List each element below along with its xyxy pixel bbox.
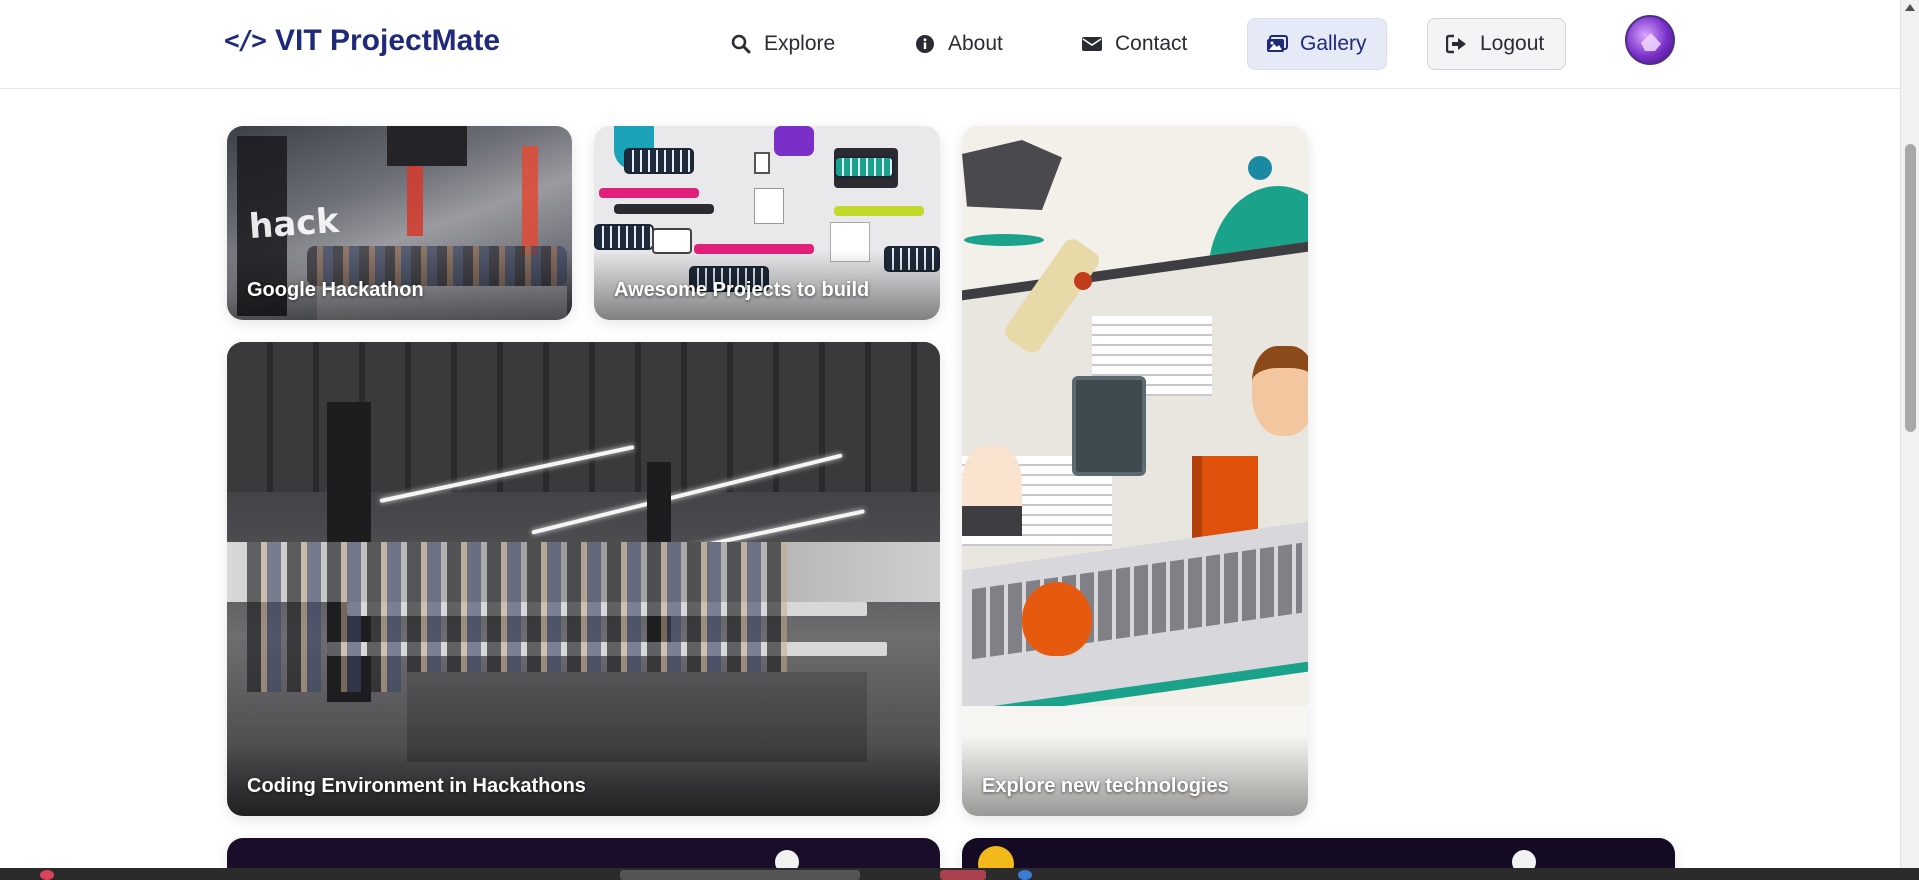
images-icon [1266,33,1288,55]
code-icon: </> [224,26,267,56]
nav-explore[interactable]: Explore [712,18,853,70]
card-title: Coding Environment in Hackathons [247,775,586,797]
calculator-image [1072,376,1146,476]
taskbar-app-icon[interactable] [1018,870,1032,880]
logout-label: Logout [1480,32,1545,55]
bar-image [834,206,924,216]
avatar[interactable] [1625,15,1675,65]
gallery-card-explore-tech[interactable]: Explore new technologies [962,126,1308,816]
person-image [962,446,1022,536]
nav-contact[interactable]: Contact [1063,18,1205,70]
gallery-card-coding-environment[interactable]: Coding Environment in Hackathons [227,342,940,816]
info-icon [914,33,936,55]
hack-sign-image: hack [247,200,341,248]
keyboard-image [594,224,654,250]
nav-gallery-label: Gallery [1300,32,1367,55]
logout-button[interactable]: Logout [1427,18,1566,70]
apple-image [1022,582,1092,656]
cap-base-image [964,234,1044,246]
taskbar-app-icon[interactable] [940,870,986,880]
envelope-icon [1081,33,1103,55]
logout-icon [1446,33,1468,55]
brand-name: VIT ProjectMate [274,24,501,57]
navbar: </> VIT ProjectMate Explore About Contac… [0,0,1900,89]
nav-about[interactable]: About [896,18,1021,70]
ceiling-sign-image [387,126,467,166]
diploma-seal-image [1074,272,1092,290]
gallery-card-awesome-projects[interactable]: Awesome Projects to build [594,126,940,320]
banner-image [522,146,538,256]
calculator-image [754,152,770,174]
scroll-thumb[interactable] [1905,144,1916,432]
vertical-scrollbar[interactable] [1900,0,1919,880]
pen-tip-image [1248,156,1272,180]
attendees-image [247,542,787,692]
nav-gallery[interactable]: Gallery [1247,18,1387,70]
card-title: Google Hackathon [247,279,424,301]
graduation-cap-image [962,140,1062,210]
card-title: Awesome Projects to build [614,279,870,301]
person-face-image [1252,346,1308,436]
page: </> VIT ProjectMate Explore About Contac… [0,0,1919,880]
bar-image [614,204,714,214]
taskbar [0,868,1919,880]
gallery-card-google-hackathon[interactable]: hack Google Hackathon [227,126,572,320]
nav-contact-label: Contact [1115,32,1188,55]
brand-link[interactable]: </> VIT ProjectMate [224,24,500,58]
arm-image [774,126,814,156]
search-icon [730,33,752,55]
laptop-screen-image [834,156,894,178]
bar-image [599,188,699,198]
taskbar-item[interactable] [620,870,860,880]
taskbar-app-icon[interactable] [40,870,54,880]
keyboard-image [624,148,694,174]
card-title: Explore new technologies [982,775,1229,797]
nav-about-label: About [948,32,1003,55]
scroll-up-arrow-icon[interactable] [1905,4,1915,11]
nav-explore-label: Explore [764,32,836,55]
document-image [754,188,784,224]
